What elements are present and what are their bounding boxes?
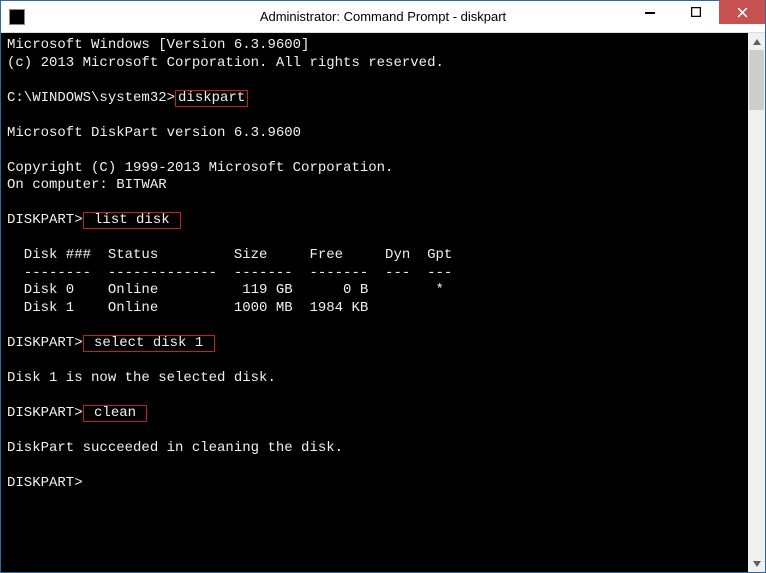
diskpart-prompt: DISKPART> xyxy=(7,335,83,351)
blank-line xyxy=(7,142,742,160)
highlighted-command-diskpart: diskpart xyxy=(175,90,248,107)
table-row: Disk 1 Online 1000 MB 1984 KB xyxy=(7,300,742,318)
chevron-up-icon xyxy=(753,39,761,45)
output-line: Microsoft Windows [Version 6.3.9600] xyxy=(7,37,742,55)
terminal-wrapper: Microsoft Windows [Version 6.3.9600](c) … xyxy=(1,33,765,572)
window: Administrator: Command Prompt - diskpart… xyxy=(0,0,766,573)
output-line: Disk 1 is now the selected disk. xyxy=(7,370,742,388)
diskpart-prompt: DISKPART> xyxy=(7,212,83,228)
output-line: Copyright (C) 1999-2013 Microsoft Corpor… xyxy=(7,160,742,178)
table-divider: -------- ------------- ------- ------- -… xyxy=(7,265,742,283)
window-controls xyxy=(627,1,765,32)
blank-line xyxy=(7,230,742,248)
prompt-line: C:\WINDOWS\system32>diskpart xyxy=(7,90,742,108)
highlighted-command-clean: clean xyxy=(83,405,148,422)
output-line: (c) 2013 Microsoft Corporation. All righ… xyxy=(7,55,742,73)
minimize-button[interactable] xyxy=(627,0,673,24)
table-header: Disk ### Status Size Free Dyn Gpt xyxy=(7,247,742,265)
maximize-button[interactable] xyxy=(673,0,719,24)
blank-line xyxy=(7,72,742,90)
prompt-line: DISKPART> select disk 1 xyxy=(7,335,742,353)
prompt-line: DISKPART> list disk xyxy=(7,212,742,230)
highlighted-command-select: select disk 1 xyxy=(83,335,215,352)
vertical-scrollbar[interactable] xyxy=(748,33,765,572)
close-button[interactable] xyxy=(719,0,765,24)
diskpart-prompt: DISKPART> xyxy=(7,405,83,421)
prompt-line: DISKPART> xyxy=(7,475,742,493)
blank-line xyxy=(7,387,742,405)
maximize-icon xyxy=(691,7,701,17)
blank-line xyxy=(7,422,742,440)
chevron-down-icon xyxy=(753,561,761,567)
prompt-line: DISKPART> clean xyxy=(7,405,742,423)
output-line: Microsoft DiskPart version 6.3.9600 xyxy=(7,125,742,143)
prompt-prefix: C:\WINDOWS\system32> xyxy=(7,90,175,106)
scroll-thumb[interactable] xyxy=(749,50,764,110)
blank-line xyxy=(7,317,742,335)
table-row: Disk 0 Online 119 GB 0 B * xyxy=(7,282,742,300)
output-line: On computer: BITWAR xyxy=(7,177,742,195)
cmd-icon xyxy=(9,9,25,25)
scroll-up-button[interactable] xyxy=(748,33,765,50)
scroll-track[interactable] xyxy=(748,50,765,555)
diskpart-prompt: DISKPART> xyxy=(7,475,83,491)
titlebar[interactable]: Administrator: Command Prompt - diskpart xyxy=(1,1,765,33)
blank-line xyxy=(7,195,742,213)
highlighted-command-listdisk: list disk xyxy=(83,212,181,229)
scroll-down-button[interactable] xyxy=(748,555,765,572)
blank-line xyxy=(7,457,742,475)
close-icon xyxy=(737,7,748,18)
terminal[interactable]: Microsoft Windows [Version 6.3.9600](c) … xyxy=(1,33,748,572)
output-line: DiskPart succeeded in cleaning the disk. xyxy=(7,440,742,458)
blank-line xyxy=(7,352,742,370)
minimize-icon xyxy=(645,7,655,17)
blank-line xyxy=(7,107,742,125)
